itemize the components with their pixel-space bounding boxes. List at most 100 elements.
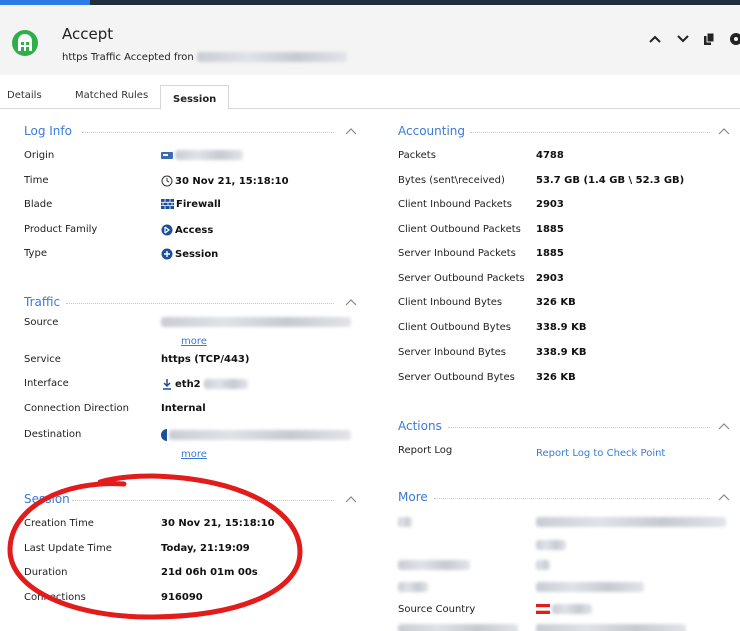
collapse-traffic-icon[interactable] [344,297,358,307]
access-icon [161,224,173,236]
log-header: Accept https Traffic Accepted fron [0,5,740,75]
settings-icon [730,33,740,45]
redacted-value [536,624,686,631]
redacted-value [536,560,550,570]
client-inbound-packets-value: 2903 [536,199,564,210]
bytes-label: Bytes (sent\received) [398,175,505,186]
client-outbound-bytes-value: 338.9 KB [536,322,587,333]
interface-value-text: eth2 [175,379,201,390]
destination-more-link[interactable]: more [181,449,207,460]
log-info-section-title: Log Info [24,124,72,138]
redacted-link [536,540,566,550]
product-family-label: Product Family [24,224,98,235]
accounting-section-title: Accounting [398,124,466,138]
redacted-source [161,317,351,327]
time-label: Time [24,175,49,186]
header-subtitle: https Traffic Accepted fron [62,52,347,63]
accept-shield-icon [12,30,38,56]
type-label: Type [24,248,47,259]
origin-value [161,150,243,161]
client-inbound-packets-label: Client Inbound Packets [398,199,513,210]
page-title: Accept [62,25,114,43]
server-outbound-packets-label: Server Outbound Packets [398,273,525,284]
server-outbound-bytes-value: 326 KB [536,372,576,383]
client-inbound-bytes-value: 326 KB [536,297,576,308]
chevron-up-icon [649,35,661,43]
more-section-title: More [398,490,428,504]
type-value-text: Session [175,249,219,260]
redacted-label [398,517,412,527]
redacted-country [552,604,592,614]
collapse-accounting-icon[interactable] [717,126,731,136]
header-subtitle-text: https Traffic Accepted fron [62,52,194,63]
client-outbound-bytes-label: Client Outbound Bytes [398,322,511,333]
next-log-button[interactable] [675,31,691,47]
blade-label: Blade [24,199,53,210]
origin-label: Origin [24,150,55,161]
time-value: 30 Nov 21, 15:18:10 [161,175,289,187]
copy-button[interactable] [701,31,717,47]
actions-section-title: Actions [398,419,442,433]
destination-label: Destination [24,429,82,440]
blade-value-text: Firewall [176,199,221,210]
tab-session[interactable]: Session [160,85,230,110]
client-outbound-packets-value: 1885 [536,224,564,235]
tab-matched-rules[interactable]: Matched Rules [75,90,148,101]
report-log-label: Report Log [398,445,453,456]
session-icon [161,248,173,260]
more-options-button[interactable] [728,31,740,47]
redacted-origin [175,150,243,160]
source-more-link[interactable]: more [181,336,207,347]
host-icon [161,429,167,441]
type-value: Session [161,248,218,260]
report-log-link[interactable]: Report Log to Check Point [536,448,665,459]
tab-bar: Details Matched Rules Session [0,85,740,110]
section-divider [448,427,710,428]
download-arrow-icon [163,379,171,390]
source-label: Source [24,317,59,328]
connection-direction-value: Internal [161,403,206,414]
source-country-label: Source Country [398,604,476,615]
section-divider [66,303,334,304]
destination-value [161,429,351,441]
server-inbound-packets-label: Server Inbound Packets [398,248,516,259]
gateway-icon [161,151,173,159]
tab-details[interactable]: Details [7,90,42,101]
redacted-label [398,624,518,631]
blade-value: Firewall [161,199,221,210]
server-outbound-packets-value: 2903 [536,273,564,284]
traffic-section-title: Traffic [24,295,61,309]
server-inbound-bytes-label: Server Inbound Bytes [398,347,506,358]
collapse-log-info-icon[interactable] [344,126,358,136]
chevron-down-icon [677,35,689,43]
previous-log-button[interactable] [647,31,663,47]
server-outbound-bytes-label: Server Outbound Bytes [398,372,515,383]
product-family-value-text: Access [175,225,214,236]
clock-icon [161,175,173,187]
redacted-value [536,582,644,592]
redacted-interface [204,379,249,389]
service-label: Service [24,354,61,365]
source-value [161,317,351,328]
client-outbound-packets-label: Client Outbound Packets [398,224,521,235]
redacted-ip [196,52,347,62]
redacted-label [398,582,428,592]
packets-value: 4788 [536,150,564,161]
firewall-icon [161,199,174,209]
section-divider [470,132,710,133]
collapse-session-icon[interactable] [344,494,358,504]
source-country-value [536,604,592,615]
packets-label: Packets [398,150,436,161]
server-inbound-bytes-value: 338.9 KB [536,347,587,358]
red-annotation-ellipse [7,473,303,620]
interface-value: eth2 [161,378,249,390]
collapse-actions-icon[interactable] [717,421,731,431]
flag-icon [536,604,550,614]
collapse-more-icon[interactable] [717,492,731,502]
section-divider [434,498,710,499]
time-value-text: 30 Nov 21, 15:18:10 [175,176,289,187]
redacted-value [536,517,726,527]
client-inbound-bytes-label: Client Inbound Bytes [398,297,503,308]
connection-direction-label: Connection Direction [24,403,129,414]
product-family-value: Access [161,224,213,236]
